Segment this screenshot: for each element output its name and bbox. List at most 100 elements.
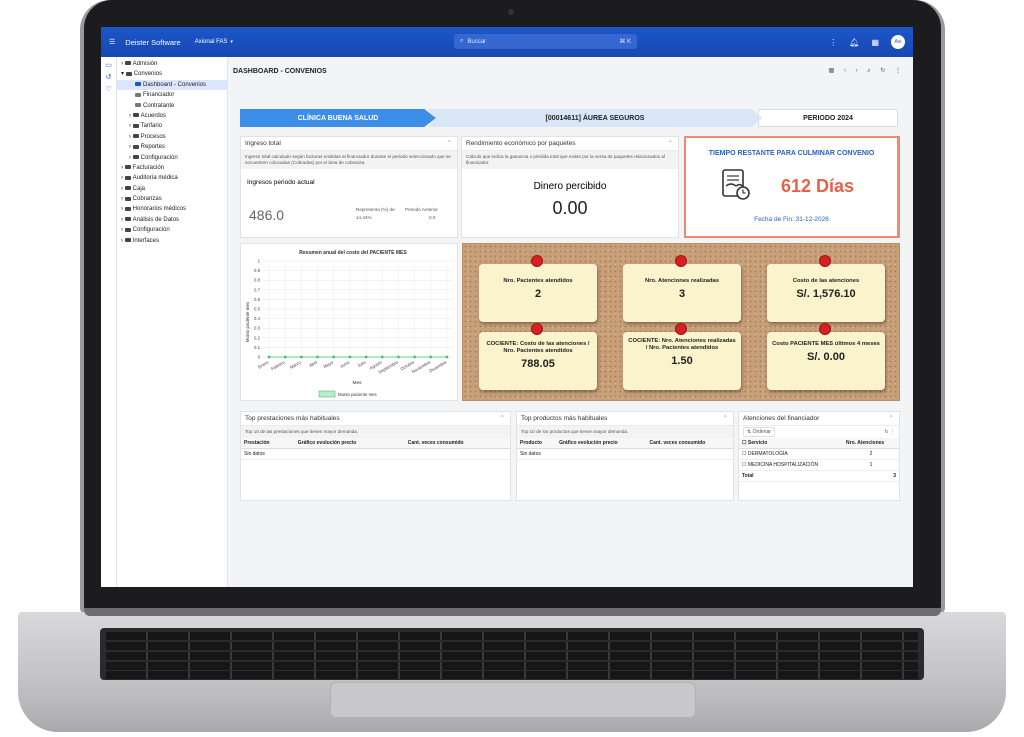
navigation-tree: › Admisión ▾ Convenios Dashboard - Conve… (117, 57, 228, 587)
collapse-icon[interactable]: ⌃ (889, 412, 894, 425)
total-row: Total 3 (739, 470, 899, 482)
tree-item-analisis[interactable]: › Análisis de Datos (117, 215, 227, 225)
pin-icon (676, 256, 686, 266)
top-bar: ☰ Deister Software Axional FAS ▾ ⌕ Busca… (101, 27, 913, 57)
menu-icon[interactable]: ☰ (109, 38, 115, 46)
tree-item-caja[interactable]: › Caja (117, 184, 227, 194)
y-tick-label: 0.1 (254, 345, 261, 350)
atenciones-toolbar: ⇅ Ordenar ↻ ⋮ (739, 426, 899, 438)
note-costo: Costo de las atenciones S/. 1,576.10 (767, 256, 885, 322)
shortcut-hint: ⌘ K (619, 39, 631, 45)
table-row[interactable]: ☐ DERMATOLOGÍA 2 (739, 448, 899, 460)
note-cociente-atenciones: COCIENTE: Nro. Atenciones realizadas / N… (623, 324, 741, 390)
heart-icon[interactable]: ♡ (101, 85, 116, 93)
tree-item-facturacion[interactable]: › Facturación (117, 163, 227, 173)
productos-card: Top productos más habituales ⌃ Top 10 de … (516, 411, 734, 501)
ingreso-card: Ingreso total ⌃ Ingreso total calculado s… (240, 136, 458, 238)
tree-item-configuracion-convenios[interactable]: › Configuración (117, 153, 227, 163)
collapse-icon[interactable]: ⌃ (500, 412, 505, 425)
sort-button[interactable]: ⇅ Ordenar (743, 427, 775, 437)
key-row (106, 632, 918, 640)
x-tick-label: Noviembre (411, 359, 432, 374)
atenciones-table: ☐ Servicio Nro. Atenciones ☐ DERMATOLOGÍA… (739, 438, 899, 482)
key-row (106, 671, 918, 679)
tree-item-tarifario[interactable]: › Tarifario (117, 121, 227, 131)
tree-item-interfaces[interactable]: › Interfaces (117, 236, 227, 246)
tree-item-procesos[interactable]: › Procesos (117, 132, 227, 142)
search-placeholder: Buscar (467, 38, 487, 45)
key-row (106, 652, 918, 660)
corkboard: Nro. Pacientes atendidos 2 Nro. Atencion… (462, 243, 900, 401)
step-period[interactable]: PERIODO 2024 (758, 109, 898, 127)
tree-item-admision[interactable]: › Admisión (117, 59, 227, 69)
prev-value: 0.0 (429, 215, 436, 220)
y-tick-label: 0.7 (254, 287, 261, 292)
column-header: Producto (517, 438, 557, 449)
collapse-icon[interactable]: ⌃ (447, 137, 452, 150)
card-title: Top productos más habituales ⌃ (517, 412, 733, 426)
y-tick-label: 0.8 (254, 278, 261, 283)
chart-title: Resumen anual del costo del PACIENTE MES (299, 250, 407, 256)
tree-item-cobranzas[interactable]: › Cobranzas (117, 194, 227, 204)
tree-item-configuracion[interactable]: › Configuración (117, 225, 227, 235)
y-tick-label: 1 (258, 259, 261, 264)
step-clinic[interactable]: CLÍNICA BUENA SALUD (240, 109, 436, 127)
header-tools[interactable]: ▦ ‹ › ⌕ ↻ ⋮ (829, 67, 905, 75)
fecha-fin: Fecha de Fin: 31-12-2026 (754, 216, 829, 223)
refresh-icon[interactable]: ↻ ⋮ (884, 429, 895, 435)
y-tick-label: 0.4 (254, 316, 261, 321)
card-description: Cálculo que indica la ganancia o pérdida… (462, 151, 678, 169)
y-tick-label: 0 (258, 355, 261, 360)
pin-icon (532, 256, 542, 266)
note-cociente-costo: COCIENTE: Costo de las atenciones / Nro.… (479, 324, 597, 390)
tree-item-auditoria[interactable]: › Auditoría médica (117, 173, 227, 183)
y-tick-label: 0.6 (254, 297, 261, 302)
apps-grid-icon[interactable]: ▦ (871, 38, 879, 47)
avatar[interactable]: Axi (891, 35, 905, 49)
tree-item-dashboard-convenios[interactable]: Dashboard - Convenios (117, 79, 227, 91)
key-row (106, 662, 918, 670)
rendimiento-label: Dinero percibido (533, 181, 607, 192)
folder-icon[interactable]: ▭ (101, 61, 116, 69)
tree-item-acuerdos[interactable]: › Acuerdos (117, 111, 227, 121)
search-input[interactable]: ⌕ Buscar ⌘ K (454, 34, 637, 49)
step-insurer[interactable]: [00014611] ÁUREA SEGUROS (428, 109, 762, 127)
card-title: Rendimiento económico por paquetes ⌃ (462, 137, 678, 151)
tree-item-financiador[interactable]: Financiador (117, 90, 227, 100)
camera-icon (508, 9, 514, 15)
more-vertical-icon[interactable]: ⋮ (829, 38, 837, 47)
tree-item-convenios[interactable]: ▾ Convenios (117, 69, 227, 79)
column-header: ☐ Servicio (739, 438, 844, 449)
collapse-icon[interactable]: ⌃ (668, 137, 673, 150)
card-description: Ingreso total calculado según facturas e… (241, 151, 457, 169)
collapse-icon[interactable]: ⌃ (723, 412, 728, 425)
bell-icon[interactable]: 🔔︎ (849, 38, 859, 47)
data-point (332, 355, 336, 359)
contract-icon (722, 169, 750, 200)
column-header: Cant. veces consumido (646, 438, 733, 449)
card-title: Atenciones del financiador ⌃ (739, 412, 899, 426)
data-point (299, 355, 303, 359)
chart-ylabel: Monto paciente mes (245, 301, 250, 342)
tree-item-honorarios[interactable]: › Honorarios médicos (117, 204, 227, 214)
org-selector[interactable]: Axional FAS (195, 39, 228, 45)
app-screen: ☰ Deister Software Axional FAS ▾ ⌕ Busca… (101, 27, 913, 587)
chevron-down-icon[interactable]: ▾ (230, 39, 233, 45)
page-header: DASHBOARD - CONVENIOS ▦ ‹ › ⌕ ↻ ⋮ (229, 57, 913, 85)
brand-name: Deister Software (125, 37, 181, 47)
ingreso-label: Ingresos periodo actual (247, 179, 315, 186)
y-tick-label: 0.9 (254, 268, 261, 273)
table-row[interactable]: ☐ MEDICINA HOSPITALIZACIÓN 1 (739, 459, 899, 471)
step-bar: CLÍNICA BUENA SALUD [00014611] ÁUREA SEG… (240, 109, 900, 127)
history-icon[interactable]: ↺ (101, 73, 116, 81)
data-point (348, 355, 352, 359)
tree-item-reportes[interactable]: › Reportes (117, 142, 227, 152)
x-tick-label: Febrero (270, 359, 286, 371)
x-tick-label: Abril (308, 360, 318, 369)
card-title: Top prestaciones más habituales ⌃ (241, 412, 510, 426)
tree-item-contratante[interactable]: Contratante (117, 101, 227, 111)
prestaciones-table: Prestación Gráfico evolución precio Cant. … (241, 438, 510, 460)
data-point (397, 355, 400, 359)
productos-table: Producto Gráfico evolución precio Cant. ve… (517, 438, 733, 460)
tiempo-title: TIEMPO RESTANTE PARA CULMINAR CONVENIO (708, 150, 875, 157)
